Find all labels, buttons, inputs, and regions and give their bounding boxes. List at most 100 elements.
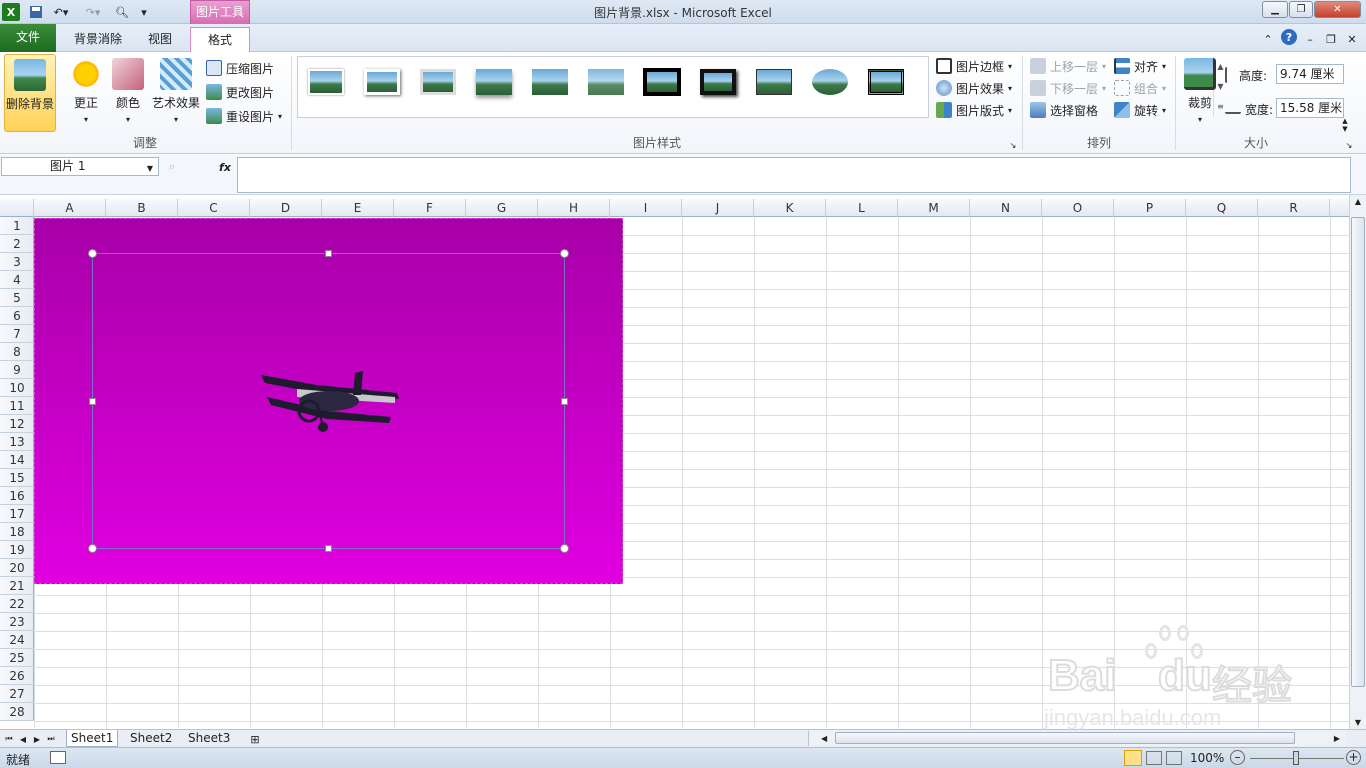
picture-effects-button[interactable]: 图片效果 ▾ xyxy=(936,78,1012,98)
picture-layout-button[interactable]: 图片版式 ▾ xyxy=(936,100,1012,120)
tab-format[interactable]: 格式 xyxy=(190,27,250,53)
name-box[interactable]: 图片 1 xyxy=(1,157,159,176)
style-thumbnail[interactable] xyxy=(865,65,907,99)
dialog-launcher-icon[interactable]: ↘ xyxy=(1344,136,1354,154)
resize-handle[interactable] xyxy=(89,398,96,405)
dialog-launcher-icon[interactable]: ↘ xyxy=(1008,136,1018,154)
scroll-left-icon[interactable]: ◀ xyxy=(821,731,827,746)
style-thumbnail[interactable] xyxy=(417,65,459,99)
zoom-level[interactable]: 100% xyxy=(1190,751,1224,765)
row-header[interactable]: 22 xyxy=(0,595,34,613)
sheet-nav-last-icon[interactable]: ⏭ xyxy=(46,730,56,748)
zoom-in-icon[interactable]: + xyxy=(1346,750,1361,765)
row-header[interactable]: 26 xyxy=(0,667,34,685)
minimize-button[interactable]: ▁ xyxy=(1262,1,1288,18)
scroll-thumb[interactable] xyxy=(1351,217,1365,687)
scroll-up-icon[interactable]: ▲ xyxy=(1350,195,1366,209)
page-break-view-icon[interactable] xyxy=(1166,751,1182,765)
compress-pictures-button[interactable]: 压缩图片 xyxy=(206,58,274,78)
align-button[interactable]: 对齐 ▾ xyxy=(1114,56,1166,76)
style-thumbnail[interactable] xyxy=(753,65,795,99)
style-thumbnail[interactable] xyxy=(585,65,627,99)
row-header[interactable]: 23 xyxy=(0,613,34,631)
column-header[interactable]: O xyxy=(1042,199,1114,217)
resize-handle[interactable] xyxy=(88,544,97,553)
horizontal-scrollbar[interactable]: ◀ ▶ xyxy=(808,731,1346,746)
resize-handle[interactable] xyxy=(325,250,332,257)
row-header[interactable]: 16 xyxy=(0,487,34,505)
sheet-tab-sheet3[interactable]: Sheet3 xyxy=(184,730,234,747)
row-header[interactable]: 7 xyxy=(0,325,34,343)
sheet-tab-sheet1[interactable]: Sheet1 xyxy=(66,730,119,747)
close-button[interactable]: ✕ xyxy=(1314,1,1361,18)
artistic-effects-button[interactable]: 艺术效果 ▾ xyxy=(148,54,204,132)
column-header[interactable]: M xyxy=(898,199,970,217)
row-header[interactable]: 18 xyxy=(0,523,34,541)
row-header[interactable]: 19 xyxy=(0,541,34,559)
style-thumbnail[interactable] xyxy=(305,65,347,99)
resize-handle[interactable] xyxy=(561,398,568,405)
picture-styles-gallery[interactable]: ▲ ▼ ≡ xyxy=(297,56,1224,118)
row-header[interactable]: 8 xyxy=(0,343,34,361)
column-header[interactable]: G xyxy=(466,199,538,217)
sheet-nav-first-icon[interactable]: ⏮ xyxy=(4,730,14,748)
row-header[interactable]: 21 xyxy=(0,577,34,595)
doc-minimize-icon[interactable]: – xyxy=(1304,30,1316,48)
column-header[interactable]: J xyxy=(682,199,754,217)
column-header[interactable]: A xyxy=(34,199,106,217)
tab-file[interactable]: 文件 xyxy=(0,24,56,52)
column-header[interactable]: P xyxy=(1114,199,1186,217)
picture-object[interactable] xyxy=(34,218,623,584)
formula-bar-resize-icon[interactable]: ⌕ xyxy=(162,158,182,176)
row-header[interactable]: 12 xyxy=(0,415,34,433)
row-header[interactable]: 13 xyxy=(0,433,34,451)
scroll-down-icon[interactable]: ▼ xyxy=(1350,716,1366,730)
row-header[interactable]: 11 xyxy=(0,397,34,415)
worksheet-grid[interactable]: ABCDEFGHIJKLMNOPQR 1 2 3 4 5 6 7 8 9 10 11 12 13 14 15… xyxy=(0,199,1349,730)
row-header[interactable]: 25 xyxy=(0,649,34,667)
column-header[interactable]: K xyxy=(754,199,826,217)
doc-close-icon[interactable]: ✕ xyxy=(1346,30,1358,48)
row-header[interactable]: 27 xyxy=(0,685,34,703)
column-header[interactable]: F xyxy=(394,199,466,217)
width-input[interactable]: 15.58 厘米 xyxy=(1276,98,1344,118)
row-header[interactable]: 28 xyxy=(0,703,34,721)
style-thumbnail[interactable] xyxy=(697,65,739,99)
insert-sheet-icon[interactable]: ⊞ xyxy=(246,730,264,748)
page-layout-view-icon[interactable] xyxy=(1146,751,1162,765)
doc-restore-icon[interactable]: ❐ xyxy=(1324,30,1338,48)
column-header[interactable]: D xyxy=(250,199,322,217)
sheet-nav-next-icon[interactable]: ▶ xyxy=(32,730,42,748)
zoom-out-icon[interactable]: – xyxy=(1230,750,1245,765)
group-button[interactable]: 组合 ▾ xyxy=(1114,78,1166,98)
column-header[interactable]: Q xyxy=(1186,199,1258,217)
style-thumbnail[interactable] xyxy=(473,65,515,99)
row-header[interactable]: 14 xyxy=(0,451,34,469)
height-input[interactable]: 9.74 厘米 xyxy=(1276,64,1344,84)
formula-input[interactable] xyxy=(237,157,1351,193)
zoom-slider-thumb[interactable] xyxy=(1293,751,1299,765)
scroll-right-icon[interactable]: ▶ xyxy=(1334,731,1340,746)
column-header[interactable]: E xyxy=(322,199,394,217)
macro-record-icon[interactable] xyxy=(50,751,66,764)
row-header[interactable]: 3 xyxy=(0,253,34,271)
resize-handle[interactable] xyxy=(560,249,569,258)
send-backward-button[interactable]: 下移一层 ▾ xyxy=(1030,78,1106,98)
scroll-thumb[interactable] xyxy=(835,732,1295,744)
row-header[interactable]: 2 xyxy=(0,235,34,253)
resize-handle[interactable] xyxy=(88,249,97,258)
remove-background-button[interactable]: 删除背景 xyxy=(4,54,56,132)
column-header[interactable]: I xyxy=(610,199,682,217)
column-header[interactable]: C xyxy=(178,199,250,217)
style-thumbnail[interactable] xyxy=(529,65,571,99)
tab-view[interactable]: 视图 xyxy=(136,27,184,52)
row-header[interactable]: 1 xyxy=(0,217,34,235)
row-header[interactable]: 15 xyxy=(0,469,34,487)
ribbon-collapse-icon[interactable]: ⌃ xyxy=(1262,30,1274,48)
rotate-button[interactable]: 旋转 ▾ xyxy=(1114,100,1166,120)
bring-forward-button[interactable]: 上移一层 ▾ xyxy=(1030,56,1106,76)
picture-border-button[interactable]: 图片边框 ▾ xyxy=(936,56,1012,76)
sheet-tab-sheet2[interactable]: Sheet2 xyxy=(126,730,176,747)
row-header[interactable]: 20 xyxy=(0,559,34,577)
change-picture-button[interactable]: 更改图片 xyxy=(206,82,274,102)
